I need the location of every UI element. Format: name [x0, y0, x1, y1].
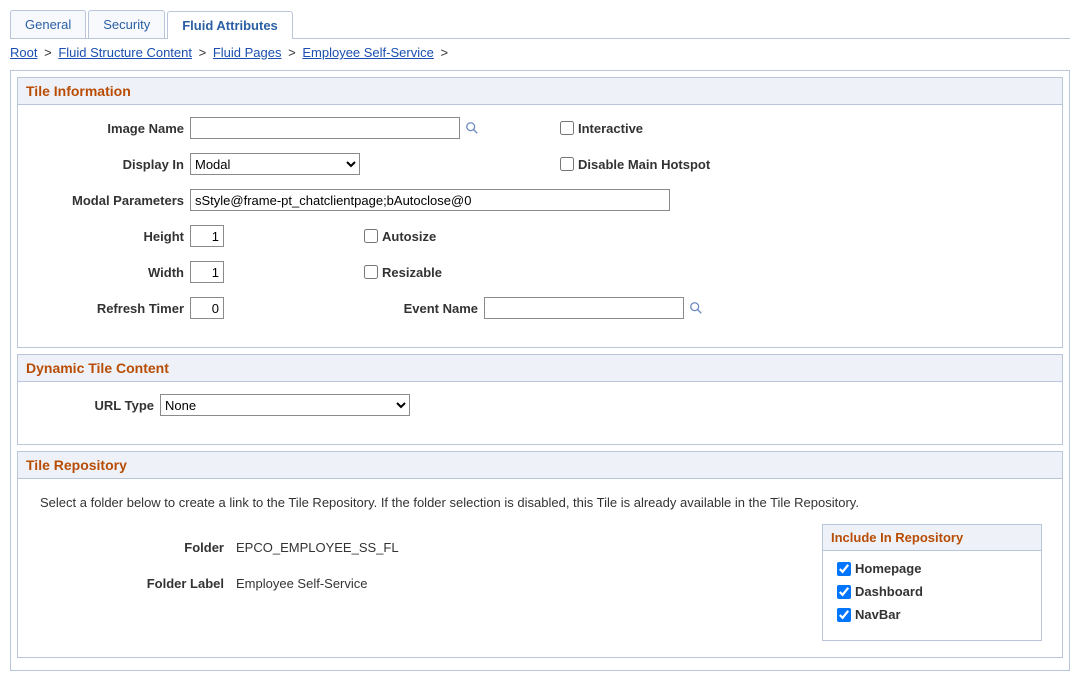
include-in-repository-header: Include In Repository — [823, 525, 1041, 551]
url-type-label: URL Type — [30, 398, 160, 413]
interactive-checkbox[interactable] — [560, 121, 574, 135]
image-name-input[interactable] — [190, 117, 460, 139]
autosize-label: Autosize — [382, 229, 436, 244]
navbar-checkbox[interactable] — [837, 608, 851, 622]
resizable-checkbox[interactable] — [364, 265, 378, 279]
display-in-select[interactable]: Modal — [190, 153, 360, 175]
folder-label: Folder — [30, 540, 230, 555]
breadcrumb-sep: > — [440, 45, 448, 60]
breadcrumb-root[interactable]: Root — [10, 45, 37, 60]
navbar-label: NavBar — [855, 607, 901, 622]
breadcrumb: Root > Fluid Structure Content > Fluid P… — [10, 45, 1070, 60]
image-name-label: Image Name — [30, 121, 190, 136]
disable-main-hotspot-checkbox[interactable] — [560, 157, 574, 171]
breadcrumb-sep: > — [288, 45, 296, 60]
interactive-label: Interactive — [578, 121, 643, 136]
width-input[interactable] — [190, 261, 224, 283]
autosize-checkbox[interactable] — [364, 229, 378, 243]
height-label: Height — [30, 229, 190, 244]
breadcrumb-fluid-structure-content[interactable]: Fluid Structure Content — [58, 45, 192, 60]
disable-main-hotspot-label: Disable Main Hotspot — [578, 157, 710, 172]
refresh-timer-input[interactable] — [190, 297, 224, 319]
refresh-timer-label: Refresh Timer — [30, 301, 190, 316]
folder-value: EPCO_EMPLOYEE_SS_FL — [236, 540, 399, 555]
event-name-input[interactable] — [484, 297, 684, 319]
modal-parameters-input[interactable] — [190, 189, 670, 211]
image-name-lookup-icon[interactable] — [462, 118, 482, 138]
event-name-label: Event Name — [224, 301, 484, 316]
tab-security[interactable]: Security — [88, 10, 165, 38]
dynamic-tile-content-body: URL Type None — [17, 382, 1063, 445]
breadcrumb-sep: > — [199, 45, 207, 60]
tab-fluid-attributes[interactable]: Fluid Attributes — [167, 11, 293, 39]
breadcrumb-employee-self-service[interactable]: Employee Self-Service — [302, 45, 434, 60]
dashboard-checkbox[interactable] — [837, 585, 851, 599]
tab-general[interactable]: General — [10, 10, 86, 38]
homepage-label: Homepage — [855, 561, 921, 576]
height-input[interactable] — [190, 225, 224, 247]
tile-information-header: Tile Information — [17, 77, 1063, 105]
tile-repository-header: Tile Repository — [17, 451, 1063, 479]
width-label: Width — [30, 265, 190, 280]
dashboard-label: Dashboard — [855, 584, 923, 599]
url-type-select[interactable]: None — [160, 394, 410, 416]
page-container: Tile Information Image Name Display In M… — [10, 70, 1070, 671]
folder-label-label: Folder Label — [30, 576, 230, 591]
tab-strip: General Security Fluid Attributes — [10, 10, 1070, 39]
tile-information-body: Image Name Display In Modal — [17, 105, 1063, 348]
include-in-repository-box: Include In Repository Homepage Dashboard… — [822, 524, 1042, 641]
breadcrumb-sep: > — [44, 45, 52, 60]
resizable-label: Resizable — [382, 265, 442, 280]
tile-repository-body: Select a folder below to create a link t… — [17, 479, 1063, 658]
homepage-checkbox[interactable] — [837, 562, 851, 576]
tile-repository-description: Select a folder below to create a link t… — [40, 495, 1040, 510]
display-in-label: Display In — [30, 157, 190, 172]
dynamic-tile-content-header: Dynamic Tile Content — [17, 354, 1063, 382]
breadcrumb-fluid-pages[interactable]: Fluid Pages — [213, 45, 282, 60]
modal-parameters-label: Modal Parameters — [30, 193, 190, 208]
event-name-lookup-icon[interactable] — [686, 298, 706, 318]
folder-label-value: Employee Self-Service — [236, 576, 368, 591]
